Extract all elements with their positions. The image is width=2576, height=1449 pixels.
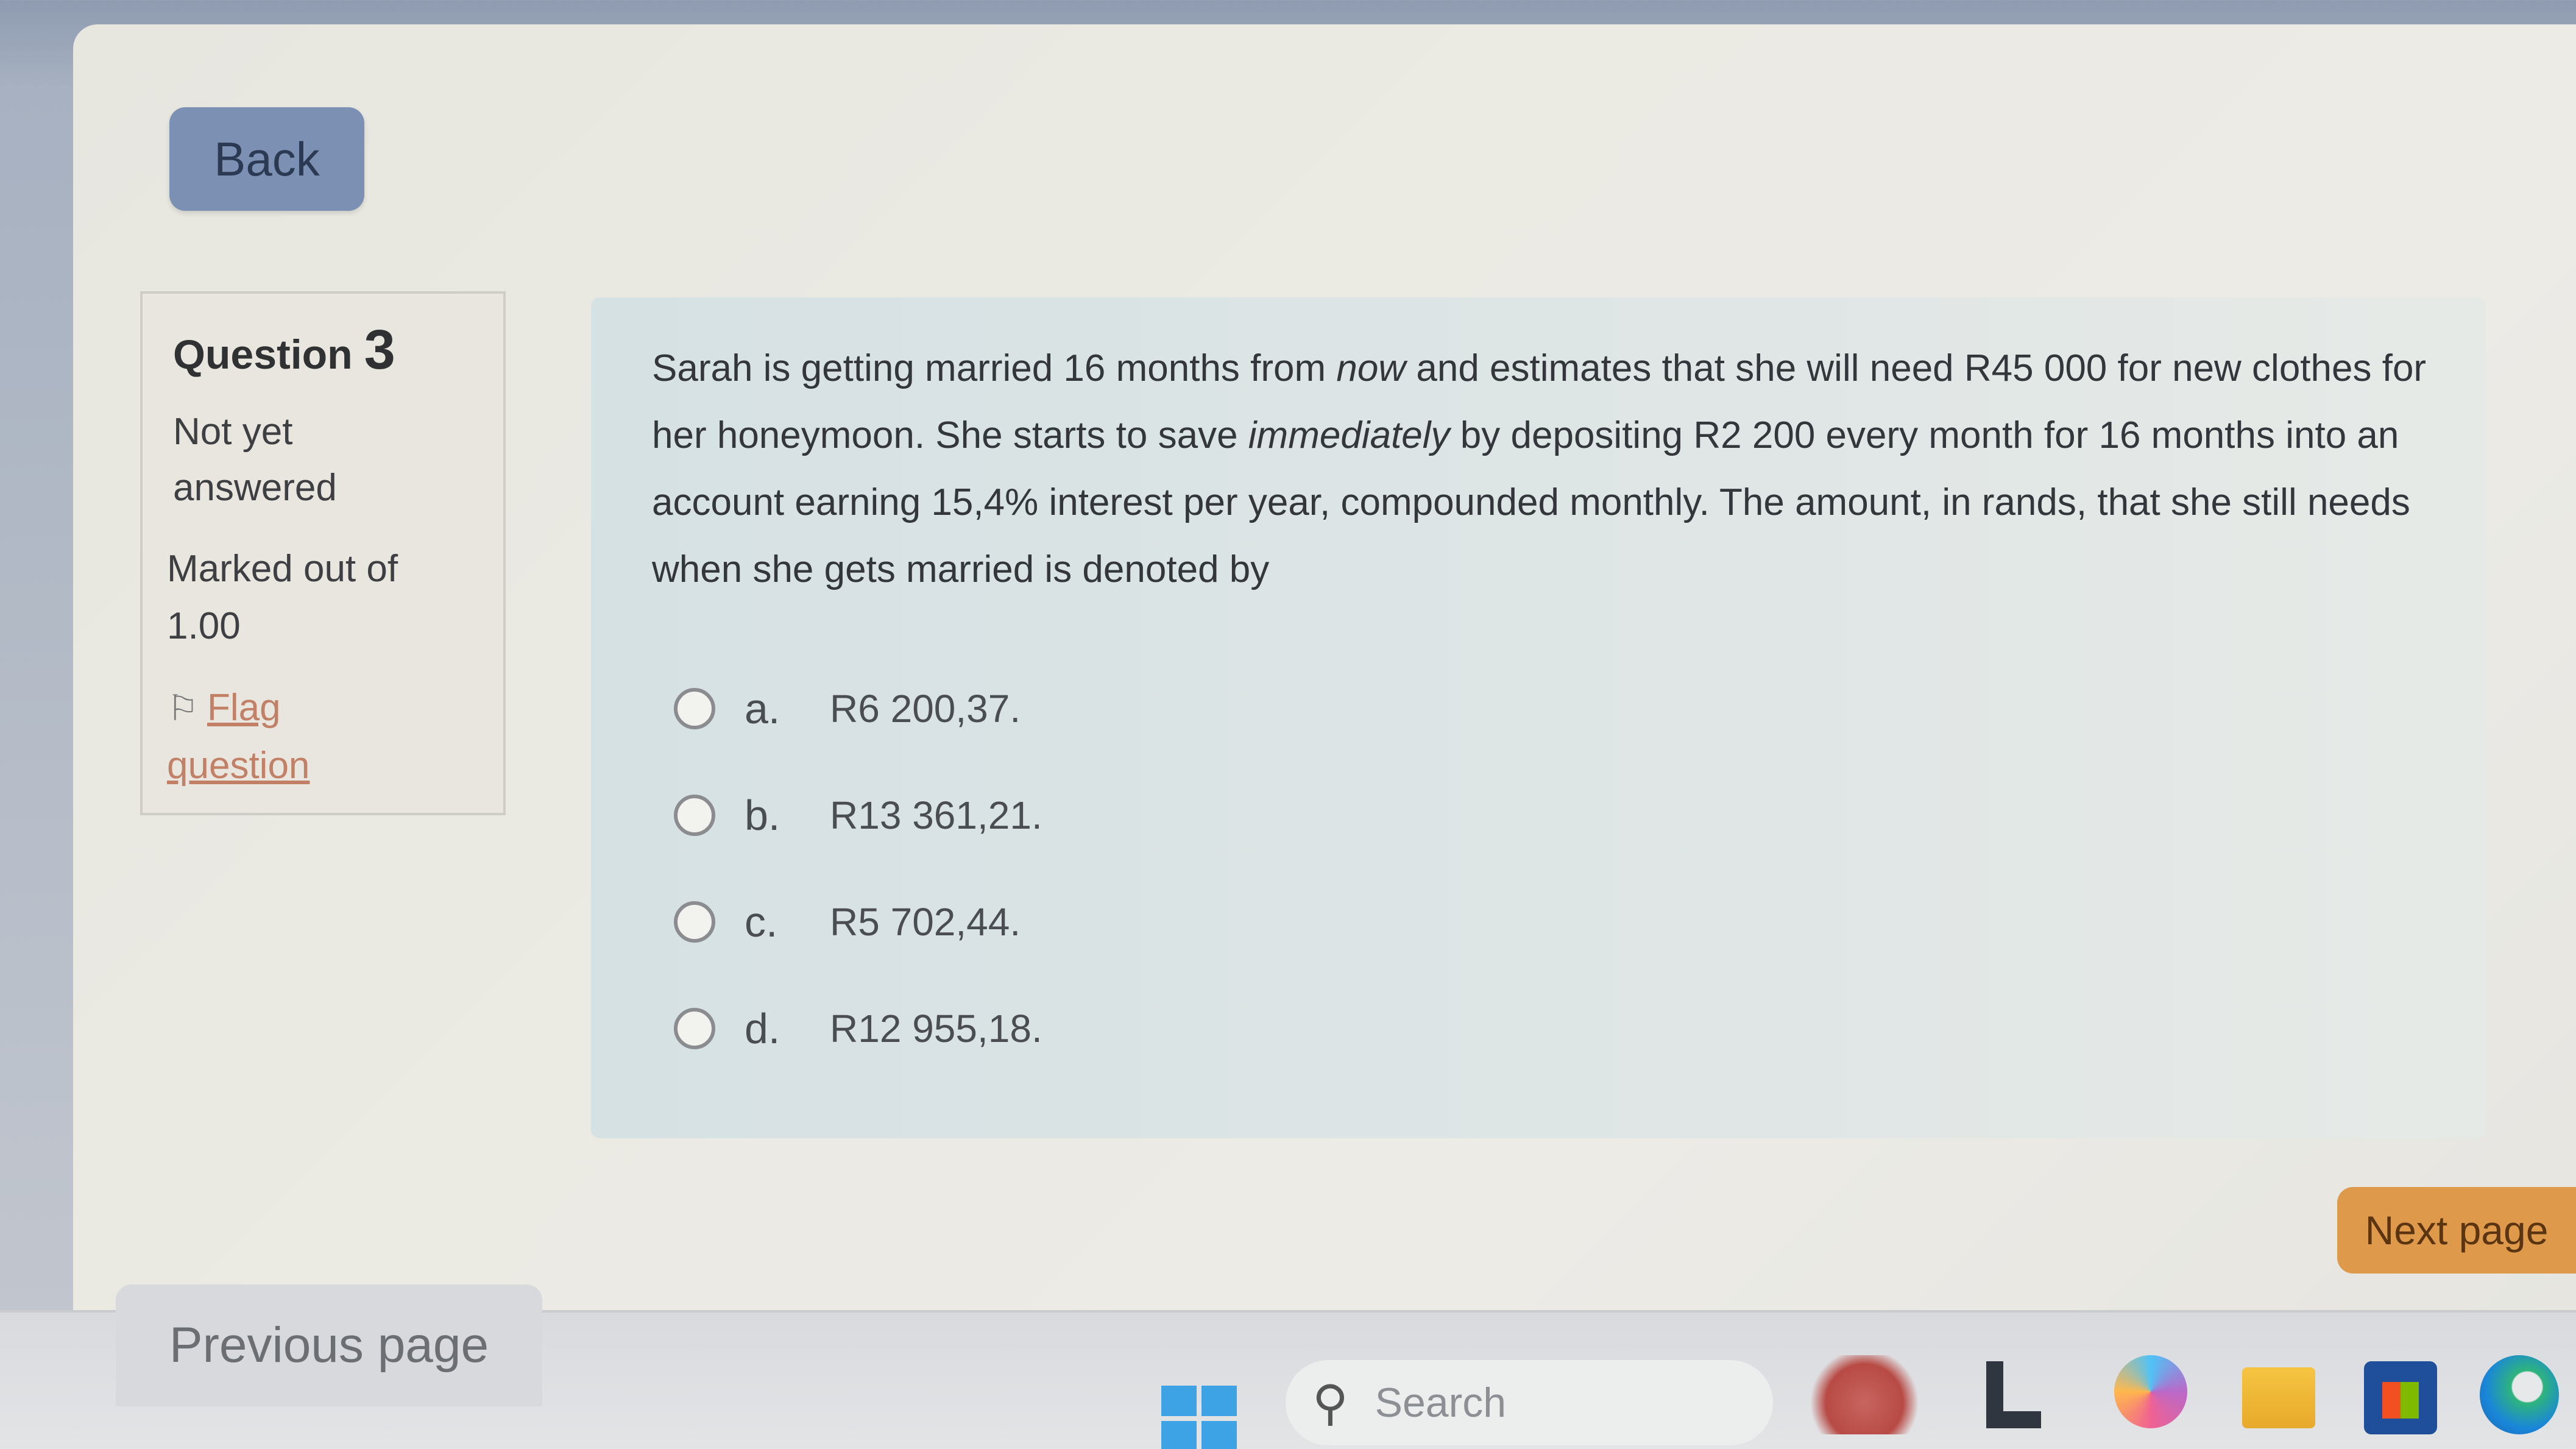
flag-link-line-2[interactable]: question xyxy=(167,745,310,787)
radio-button[interactable] xyxy=(674,795,715,836)
file-explorer-icon[interactable] xyxy=(2242,1367,2315,1428)
question-text: Sarah is getting married 16 months from … xyxy=(652,347,2427,590)
question-panel: Sarah is getting married 16 months from … xyxy=(591,297,2486,1138)
option-letter: a. xyxy=(745,685,780,732)
question-heading: Question 3 xyxy=(173,318,479,382)
radio-button[interactable] xyxy=(674,1008,715,1049)
radio-button[interactable] xyxy=(674,901,715,943)
option-letter: b. xyxy=(745,792,780,839)
search-placeholder: Search xyxy=(1375,1380,1507,1426)
flag-link-line-1[interactable]: Flag xyxy=(207,687,281,729)
edge-browser-icon[interactable] xyxy=(2480,1355,2559,1434)
taskbar-search[interactable]: ⚲ Search xyxy=(1286,1360,1773,1445)
option-a[interactable]: a. R6 200,37. xyxy=(674,675,1021,742)
widgets-icon[interactable] xyxy=(1803,1355,1925,1434)
question-status: Not yet answered xyxy=(173,404,479,516)
option-letter: c. xyxy=(745,898,778,946)
option-text: R13 361,21. xyxy=(830,793,1042,837)
flag-question-link[interactable]: ⚐ Flag question xyxy=(167,679,479,795)
status-line-2: answered xyxy=(173,467,337,509)
flag-icon: ⚐ xyxy=(167,689,199,728)
question-info-panel: Question 3 Not yet answered Marked out o… xyxy=(140,291,506,815)
copilot-icon[interactable] xyxy=(2114,1355,2187,1428)
marks-line-2: 1.00 xyxy=(167,605,241,647)
option-letter: d. xyxy=(745,1005,780,1052)
question-word: Question xyxy=(173,331,353,378)
option-text: R6 200,37. xyxy=(830,687,1021,731)
marks-line-1: Marked out of xyxy=(167,548,398,590)
back-button[interactable]: Back xyxy=(169,107,364,211)
option-text: R12 955,18. xyxy=(830,1007,1042,1050)
option-text: R5 702,44. xyxy=(830,900,1021,944)
previous-page-button[interactable]: Previous page xyxy=(116,1284,542,1406)
option-c[interactable]: c. R5 702,44. xyxy=(674,888,1021,955)
app-l-icon[interactable] xyxy=(1980,1361,2041,1428)
option-d[interactable]: d. R12 955,18. xyxy=(674,995,1042,1062)
option-b[interactable]: b. R13 361,21. xyxy=(674,782,1042,849)
question-number: 3 xyxy=(364,319,395,381)
next-page-button[interactable]: Next page xyxy=(2337,1187,2576,1274)
windows-start-icon[interactable] xyxy=(1161,1386,1237,1449)
question-marks: Marked out of 1.00 xyxy=(167,540,479,655)
search-icon: ⚲ xyxy=(1312,1375,1348,1430)
microsoft-store-icon[interactable] xyxy=(2364,1361,2437,1434)
radio-button[interactable] xyxy=(674,688,715,729)
status-line-1: Not yet xyxy=(173,411,293,453)
